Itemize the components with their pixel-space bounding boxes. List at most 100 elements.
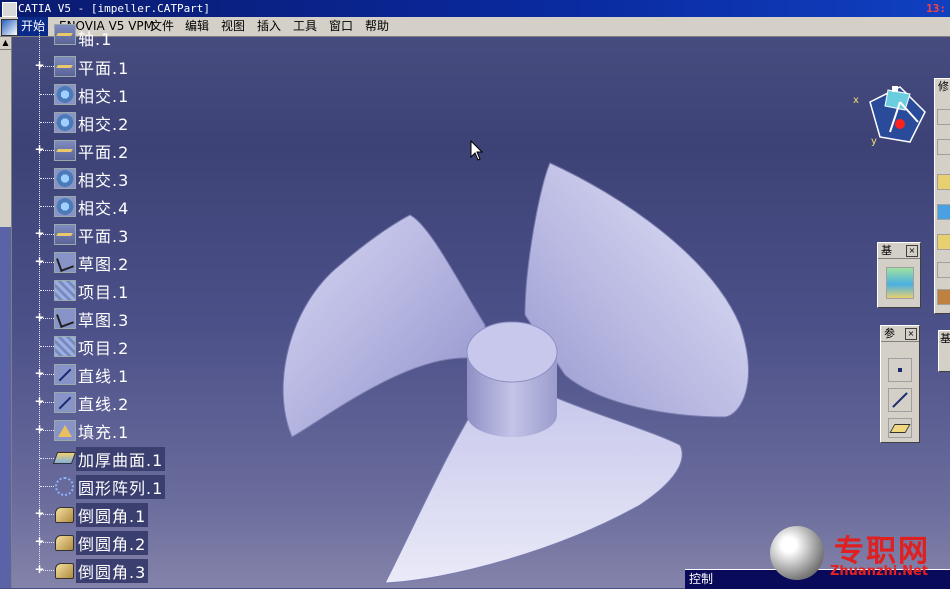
- menu-file[interactable]: 文件: [147, 17, 177, 36]
- toolbar-btn-5-icon[interactable]: [937, 234, 950, 250]
- tree-label-partial: 轴.1: [78, 30, 113, 49]
- toolbar-btn-7-icon[interactable]: [937, 289, 950, 305]
- plane-icon: [54, 140, 76, 161]
- tree-branch-line: [40, 486, 54, 487]
- compass-y-label: y: [871, 136, 877, 147]
- surface-thicken-icon[interactable]: [886, 267, 914, 299]
- tree-item-label: 加厚曲面.1: [76, 447, 166, 471]
- compass-widget[interactable]: x y: [850, 82, 930, 152]
- tree-branch-line: [40, 430, 54, 431]
- point-icon[interactable]: [888, 358, 912, 382]
- plane-icon: [54, 56, 76, 77]
- watermark-ball-icon: [770, 526, 824, 580]
- watermark-en: Zhuanzhi.Net: [830, 564, 929, 579]
- tree-branch-line: [40, 122, 54, 123]
- menu-help[interactable]: 帮助: [362, 17, 392, 36]
- intersection-icon: [54, 168, 76, 189]
- edge-fillet-icon: [54, 532, 74, 551]
- toolbar-reference: 参 ×: [880, 325, 920, 443]
- tree-item-label: 相交.2: [78, 115, 130, 134]
- toolbar-btn-6-icon[interactable]: [937, 262, 950, 278]
- tree-branch-line: [40, 262, 54, 263]
- tree-branch-line: [40, 150, 54, 151]
- tree-item-label: 草图.2: [78, 255, 130, 274]
- tree-item-label: 相交.3: [78, 171, 130, 190]
- intersection-icon: [54, 196, 76, 217]
- tree-item-label: 平面.1: [78, 59, 130, 78]
- menu-start[interactable]: 开始: [18, 17, 49, 36]
- left-scrollbar[interactable]: ▲: [0, 37, 12, 588]
- projection-icon: [54, 336, 76, 357]
- tree-branch-line: [40, 318, 54, 319]
- sketch-icon: [54, 308, 76, 329]
- plane-tool-icon[interactable]: [888, 418, 912, 438]
- menu-edit[interactable]: 编辑: [182, 17, 212, 36]
- line-icon: [54, 392, 76, 413]
- menu-tools[interactable]: 工具: [290, 17, 320, 36]
- tree-branch-line: [40, 402, 54, 403]
- toolbar-right-lower-title: 基: [939, 331, 950, 346]
- line-icon: [54, 364, 76, 385]
- toolbar-right-lower-partial: 基: [938, 330, 950, 372]
- tree-branch-line: [40, 542, 54, 543]
- tree-item-label: 平面.2: [78, 143, 130, 162]
- blade-upper-left: [282, 214, 486, 438]
- menu-window[interactable]: 窗口: [326, 17, 356, 36]
- tree-branch-line: [40, 346, 54, 347]
- toolbar-base-close-icon[interactable]: ×: [906, 245, 918, 257]
- tree-branch-line: [40, 234, 54, 235]
- intersection-icon: [54, 84, 76, 105]
- tree-trunk-line: [39, 30, 41, 570]
- tree-item-label: 倒圆角.3: [76, 559, 149, 583]
- toolbar-base: 基 ×: [877, 242, 921, 308]
- scrollbar-thumb[interactable]: [0, 227, 11, 588]
- fill-icon: [54, 420, 76, 441]
- toolbar-btn-3-icon[interactable]: [937, 174, 950, 190]
- sketch-icon: [54, 252, 76, 273]
- tree-item-label: 项目.2: [78, 339, 130, 358]
- tree-item-label: 圆形阵列.1: [76, 475, 166, 499]
- blade-upper-right: [524, 162, 749, 418]
- tree-item-label: 直线.2: [78, 395, 130, 414]
- tree-item-label: 相交.4: [78, 199, 130, 218]
- axis-icon: [54, 24, 76, 45]
- edge-fillet-icon: [54, 560, 74, 579]
- tree-item-label: 草图.3: [78, 311, 130, 330]
- document-icon[interactable]: [1, 19, 18, 36]
- compass-x-label: x: [853, 95, 859, 106]
- tree-branch-line: [40, 94, 54, 95]
- hub-top: [466, 321, 558, 383]
- impeller-3d-model[interactable]: [270, 155, 760, 585]
- tree-branch-line: [40, 374, 54, 375]
- tree-item-label: 直线.1: [78, 367, 130, 386]
- window-title: CATIA V5 - [impeller.CATPart]: [18, 2, 211, 15]
- title-bar: CATIA V5 - [impeller.CATPart] 13:: [0, 0, 950, 17]
- tree-item-label: 倒圆角.1: [76, 503, 149, 527]
- toolbar-right-title: 修: [935, 79, 950, 94]
- clock-text: 13:: [926, 2, 946, 15]
- watermark: 专职网 Zhuanzhi.Net: [770, 522, 950, 588]
- tree-branch-line: [40, 570, 54, 571]
- menu-insert[interactable]: 插入: [254, 17, 284, 36]
- scroll-up-arrow-icon[interactable]: ▲: [0, 37, 11, 50]
- tree-branch-line: [40, 206, 54, 207]
- line-tool-icon[interactable]: [888, 388, 912, 412]
- plane-icon: [54, 224, 76, 245]
- toolbar-btn-2-icon[interactable]: [937, 139, 950, 155]
- edge-fillet-icon: [54, 504, 74, 523]
- tree-branch-line: [40, 290, 54, 291]
- toolbar-reference-title: 参 ×: [881, 326, 919, 342]
- tree-item-label: 倒圆角.2: [76, 531, 149, 555]
- tree-item-label: 填充.1: [78, 423, 130, 442]
- menu-view[interactable]: 视图: [218, 17, 248, 36]
- thick-surface-icon: [54, 448, 74, 467]
- toolbar-btn-1-icon[interactable]: [937, 109, 950, 125]
- tree-branch-line: [40, 458, 54, 459]
- menu-bar: 开始 ENOVIA V5 VPM 文件 编辑 视图 插入 工具 窗口 帮助: [0, 17, 950, 37]
- tree-item-label: 平面.3: [78, 227, 130, 246]
- toolbar-reference-close-icon[interactable]: ×: [905, 328, 917, 340]
- toolbar-right-partial: 修: [934, 78, 950, 314]
- catia-app-icon[interactable]: [2, 2, 17, 17]
- mouse-cursor-icon: [470, 140, 484, 161]
- toolbar-btn-4-icon[interactable]: [937, 204, 950, 220]
